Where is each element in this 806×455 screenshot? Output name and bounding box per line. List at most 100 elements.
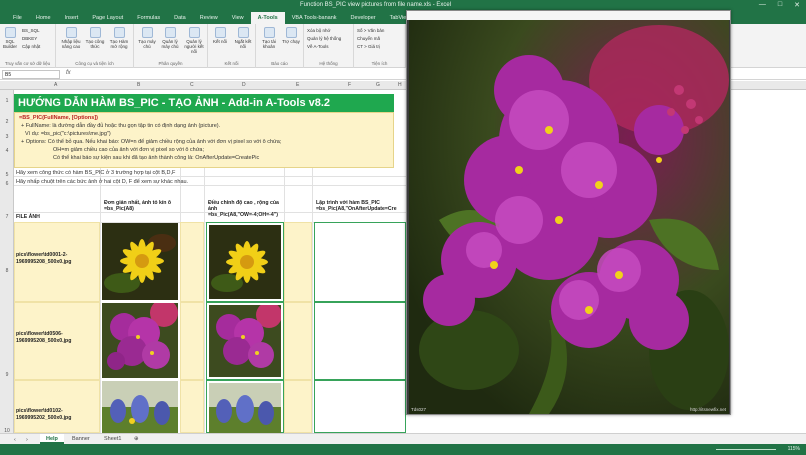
tab-page-layout[interactable]: Page Layout: [85, 12, 130, 24]
manage-users-button[interactable]: Quản lý người kết nối: [182, 27, 206, 54]
advanced-input-button[interactable]: Nhập liệu nâng cao: [60, 27, 82, 49]
purple-flower-image[interactable]: [209, 305, 281, 377]
create-account-button[interactable]: Tạo tài khoản: [258, 27, 280, 49]
picture-caption: Tds027 http://itsnewfix.net: [411, 407, 726, 412]
caption-left: Tds027: [411, 407, 427, 412]
zoom-level[interactable]: 115%: [788, 446, 800, 452]
image-frame[interactable]: [314, 222, 406, 302]
cell-c10[interactable]: [180, 380, 204, 433]
column-e[interactable]: E: [296, 82, 299, 88]
group-connect: Kết nối Ngắt kết nối Kết nối: [208, 24, 256, 68]
row-6[interactable]: 6: [0, 181, 14, 187]
window-title: Function BS_PIC view pictures from file …: [300, 2, 452, 8]
image-frame[interactable]: [314, 380, 406, 433]
connect-button[interactable]: Kết nối: [210, 27, 230, 44]
create-formula-button[interactable]: Tạo công thức: [84, 27, 106, 49]
column-h[interactable]: H: [398, 82, 402, 88]
row-header: 1 2 3 4 5 6 7 8 9 10: [0, 90, 14, 434]
column-a[interactable]: A: [54, 82, 57, 88]
gridline: [204, 168, 205, 433]
number-to-text-button[interactable]: Số > Văn bản: [357, 28, 384, 33]
purple-flower-image[interactable]: [102, 303, 178, 378]
cell-e10[interactable]: [284, 380, 312, 433]
group-database: SQL Builder BS_SQL DBKEY Cập nhật Truy v…: [0, 24, 56, 68]
yellow-flower-image[interactable]: [102, 223, 178, 300]
minimize-button[interactable]: —: [759, 1, 766, 9]
formula-to-value-button[interactable]: CT > Giá trị: [357, 44, 380, 49]
bs-sql-button[interactable]: BS_SQL: [22, 28, 40, 33]
database-icon: [4, 27, 16, 38]
oh-desc: OH=m giảm chiều cao của ảnh với đơn vị p…: [53, 147, 205, 153]
yellow-flower-image[interactable]: [209, 225, 281, 299]
cell-e9[interactable]: [284, 302, 312, 380]
blue-flower-image[interactable]: [209, 383, 281, 433]
disconnect-button[interactable]: Ngắt kết nối: [232, 27, 254, 49]
server-settings-icon: [164, 27, 176, 38]
cell-c8[interactable]: [180, 222, 204, 302]
add-sheet-icon[interactable]: ⊕: [128, 434, 145, 444]
column-d[interactable]: D: [242, 82, 246, 88]
about-a-tools-button[interactable]: Về A-Tools: [307, 44, 329, 49]
create-server-button[interactable]: Tạo máy chủ: [136, 27, 158, 49]
sheet-tab-help[interactable]: Help: [40, 434, 64, 444]
sheet-tab-banner[interactable]: Banner: [66, 434, 96, 444]
gridline: [14, 176, 406, 177]
tab-file[interactable]: File: [6, 12, 29, 24]
picture-viewer-titlebar[interactable]: [407, 11, 730, 20]
cell-e8[interactable]: [284, 222, 312, 302]
run-help-button[interactable]: Trợ chạy: [281, 27, 301, 44]
file-cell[interactable]: [14, 380, 100, 433]
group-label: Truy vấn cơ sở dữ liệu: [4, 61, 51, 66]
row-2[interactable]: 2: [0, 119, 14, 125]
column-g[interactable]: G: [376, 82, 380, 88]
column-f[interactable]: F: [348, 82, 351, 88]
tab-formulas[interactable]: Formulas: [130, 12, 167, 24]
column-c[interactable]: C: [190, 82, 194, 88]
close-button[interactable]: ✕: [794, 1, 800, 9]
row-1[interactable]: 1: [0, 98, 14, 104]
header-file: FILE ẢNH: [16, 214, 40, 220]
group-label: Tiện ích: [371, 61, 388, 66]
blue-flower-image[interactable]: [102, 381, 178, 433]
system-manage-button[interactable]: Quản lý hệ thống: [307, 36, 341, 41]
manage-server-button[interactable]: Quản lý máy chủ: [159, 27, 181, 49]
account-icon: [263, 27, 275, 38]
gridline: [100, 168, 101, 433]
convert-code-button[interactable]: Chuyển mã: [357, 36, 380, 41]
sql-builder-button[interactable]: SQL Builder: [2, 27, 18, 49]
row-7[interactable]: 7: [0, 214, 14, 220]
row-3[interactable]: 3: [0, 134, 14, 140]
row-8[interactable]: 8: [0, 268, 14, 274]
name-box[interactable]: B5: [2, 70, 60, 79]
tab-vba-tools[interactable]: VBA Tools-banank: [285, 12, 344, 24]
tab-insert[interactable]: Insert: [58, 12, 86, 24]
example-text: Ví dụ: =bs_pic("c:\pictures\me.jpg"): [25, 131, 111, 137]
fx-icon[interactable]: fx: [66, 70, 71, 76]
tab-review[interactable]: Review: [193, 12, 225, 24]
group-permission: Tạo máy chủ Quản lý máy chủ Quản lý ngườ…: [134, 24, 208, 68]
dbkey-button[interactable]: DBKEY: [22, 36, 37, 41]
column-b[interactable]: B: [137, 82, 140, 88]
image-frame[interactable]: [314, 302, 406, 380]
sheet-tab-sheet1[interactable]: Sheet1: [98, 434, 127, 444]
zoom-slider[interactable]: [716, 449, 776, 450]
row-5[interactable]: 5: [0, 172, 14, 178]
tab-a-tools[interactable]: A-Tools: [250, 12, 285, 24]
row-9[interactable]: 9: [0, 372, 14, 378]
clear-memory-button[interactable]: Xóa bộ nhớ: [307, 28, 330, 33]
help-icon: [285, 27, 297, 38]
tab-developer[interactable]: Developer: [344, 12, 383, 24]
cell-c9[interactable]: [180, 302, 204, 380]
maximize-button[interactable]: □: [778, 1, 782, 9]
tab-home[interactable]: Home: [29, 12, 58, 24]
flower-photo[interactable]: [409, 20, 729, 414]
update-button[interactable]: Cập nhật: [22, 44, 40, 49]
extend-function-button[interactable]: Tạo Hàm mở rộng: [108, 27, 130, 49]
group-system: Xóa bộ nhớ Quản lý hệ thống Về A-Tools H…: [304, 24, 354, 68]
picture-viewer-window[interactable]: Tds027 http://itsnewfix.net: [406, 10, 731, 415]
tab-view[interactable]: View: [225, 12, 251, 24]
tab-data[interactable]: Data: [167, 12, 193, 24]
form-icon: [65, 27, 77, 38]
row-4[interactable]: 4: [0, 148, 14, 154]
options-desc: + Options: Có thể bỏ qua. Nếu khai báo: …: [21, 139, 282, 145]
